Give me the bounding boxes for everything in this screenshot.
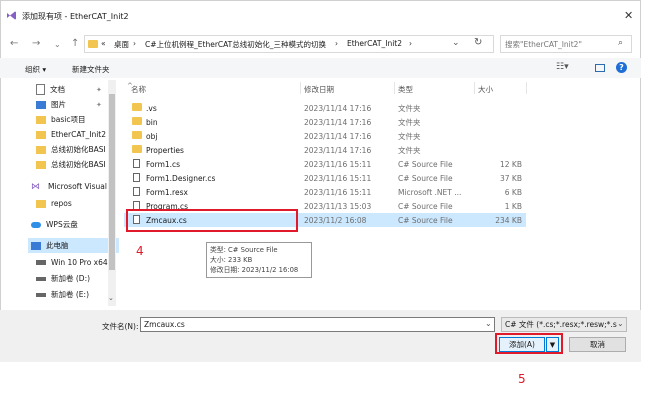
drive-icon (36, 260, 46, 265)
column-divider[interactable] (474, 82, 475, 94)
folder-icon (36, 115, 46, 124)
breadcrumb-separator: › (335, 39, 338, 48)
sidebar-item-wps-cloud[interactable]: WPS云盘 (31, 217, 78, 232)
new-folder-button[interactable]: 新建文件夹 (72, 64, 110, 75)
sidebar-item-pictures[interactable]: 图片 ✦ (36, 97, 102, 112)
preview-pane-icon[interactable] (595, 64, 605, 72)
column-divider[interactable] (300, 82, 301, 94)
pin-icon: ✦ (96, 100, 102, 109)
folder-icon (132, 103, 142, 113)
file-row-vs[interactable]: .vs 2023/11/14 17:16 文件夹 (124, 101, 526, 115)
document-icon (36, 84, 45, 95)
organize-button[interactable]: 组织 ▾ (25, 64, 46, 75)
file-type-filter[interactable]: C# 文件 (*.cs;*.resx;*.resw;*.s (501, 317, 627, 332)
back-arrow-icon[interactable]: ← (10, 38, 18, 49)
filename-input[interactable]: Zmcaux.cs (140, 317, 495, 332)
sidebar-item-microsoft-visual[interactable]: ⋈ Microsoft Visual (31, 179, 107, 194)
breadcrumb-desktop[interactable]: 桌面 (114, 39, 129, 50)
sidebar-item-bus-init-basic-1[interactable]: 总线初始化BASI (36, 142, 106, 157)
sidebar-item-bus-init-basic-2[interactable]: 总线初始化BASI (36, 157, 106, 172)
column-header-name[interactable]: 名称 (131, 84, 146, 95)
column-divider[interactable] (526, 82, 527, 94)
add-button[interactable]: 添加(A) (499, 337, 545, 352)
resx-file-icon (133, 186, 140, 198)
folder-icon (132, 145, 142, 155)
sidebar-item-drive-d[interactable]: 新加卷 (D:) (36, 271, 90, 286)
sidebar-scrollbar-thumb[interactable] (109, 94, 115, 270)
file-row-form1-designer-cs[interactable]: Form1.Designer.cs 2023/11/16 15:11 C# So… (124, 171, 526, 185)
address-overflow[interactable]: « (101, 39, 106, 48)
annotation-step-5: 5 (518, 372, 526, 386)
filter-dropdown-icon[interactable]: ⌄ (617, 319, 624, 328)
file-tooltip: 类型: C# Source File 大小: 233 KB 修改日期: 2023… (206, 242, 312, 278)
sidebar-scrollbar[interactable]: ⌄ (108, 80, 116, 306)
column-header-date[interactable]: 修改日期 (304, 84, 334, 95)
folder-icon (36, 130, 46, 139)
drive-icon (36, 276, 46, 281)
filename-label: 文件名(N): (102, 322, 139, 331)
file-row-form1-cs[interactable]: Form1.cs 2023/11/16 15:11 C# Source File… (124, 157, 526, 171)
sidebar-item-repos[interactable]: repos (36, 196, 72, 211)
search-icon[interactable]: ⌕ (618, 38, 623, 48)
add-dropdown-icon[interactable]: ▼ (546, 337, 559, 352)
csharp-file-icon (133, 172, 140, 184)
help-icon[interactable]: ? (616, 62, 627, 73)
csharp-file-icon (133, 158, 140, 170)
sidebar-item-drive-e[interactable]: 新加卷 (E:) (36, 287, 89, 302)
visual-studio-icon (6, 11, 17, 20)
column-header-size[interactable]: 大小 (478, 84, 493, 95)
file-row-obj[interactable]: obj 2023/11/14 17:16 文件夹 (124, 129, 526, 143)
filename-value: Zmcaux.cs (144, 320, 185, 329)
drive-icon (36, 292, 46, 297)
filename-dropdown-icon[interactable]: ⌄ (485, 319, 492, 328)
cloud-icon (31, 221, 41, 228)
folder-icon (36, 199, 46, 208)
column-header-type[interactable]: 类型 (398, 84, 413, 95)
sidebar-item-drive-c[interactable]: Win 10 Pro x64 (36, 255, 108, 270)
sidebar-item-documents[interactable]: 文档 ✦ (36, 82, 102, 97)
scroll-down-icon[interactable]: ⌄ (108, 294, 114, 302)
picture-icon (36, 100, 46, 109)
navigation-pane: 文档 ✦ 图片 ✦ basic项目 EtherCAT_Init2 总线初始化BA… (0, 80, 120, 310)
folder-icon (36, 145, 46, 154)
window-title: 添加现有项 - EtherCAT_Init2 (22, 12, 129, 21)
folder-icon (132, 131, 142, 141)
history-dropdown-icon[interactable]: ⌄ (452, 38, 460, 48)
refresh-icon[interactable]: ↻ (474, 37, 482, 48)
pin-icon: ✦ (96, 85, 102, 94)
breadcrumb-separator: › (409, 39, 412, 48)
computer-icon (31, 241, 41, 250)
folder-icon (132, 117, 142, 127)
visual-studio-icon: ⋈ (31, 181, 40, 192)
column-divider[interactable] (394, 82, 395, 94)
breadcrumb-project-folder[interactable]: EtherCAT_Init2 (347, 39, 402, 48)
breadcrumb-separator: › (133, 39, 136, 48)
sidebar-item-basic-project[interactable]: basic项目 (36, 112, 85, 127)
annotation-highlight-file (126, 209, 298, 232)
up-arrow-icon[interactable]: ↑ (71, 38, 79, 49)
tooltip-modified: 修改日期: 2023/11/2 16:08 (210, 266, 299, 274)
sidebar-item-ethercat-init2[interactable]: EtherCAT_Init2 (36, 127, 106, 142)
cancel-button[interactable]: 取消 (569, 337, 626, 352)
tooltip-size: 大小: 233 KB (210, 256, 253, 264)
file-type-filter-value: C# 文件 (*.cs;*.resx;*.resw;*.s (505, 320, 617, 329)
file-row-properties[interactable]: Properties 2023/11/14 17:16 文件夹 (124, 143, 526, 157)
breadcrumb-tutorial-folder[interactable]: C#上位机例程_EtherCAT总线初始化_三种模式的切换 (145, 39, 326, 50)
forward-arrow-icon[interactable]: → (32, 38, 40, 49)
annotation-step-4: 4 (136, 244, 144, 258)
sidebar-item-this-pc[interactable]: 此电脑 (28, 238, 119, 253)
view-options-icon[interactable]: ☷▾ (556, 62, 569, 72)
folder-icon (88, 40, 98, 50)
file-row-bin[interactable]: bin 2023/11/14 17:16 文件夹 (124, 115, 526, 129)
close-icon[interactable]: ✕ (624, 9, 633, 22)
folder-icon (36, 160, 46, 169)
chevron-down-icon[interactable]: ⌄ (54, 40, 61, 49)
tooltip-type: 类型: C# Source File (210, 246, 278, 254)
search-placeholder: 搜索"EtherCAT_Init2" (505, 40, 582, 49)
file-row-form1-resx[interactable]: Form1.resx 2023/11/16 15:11 Microsoft .N… (124, 185, 526, 199)
